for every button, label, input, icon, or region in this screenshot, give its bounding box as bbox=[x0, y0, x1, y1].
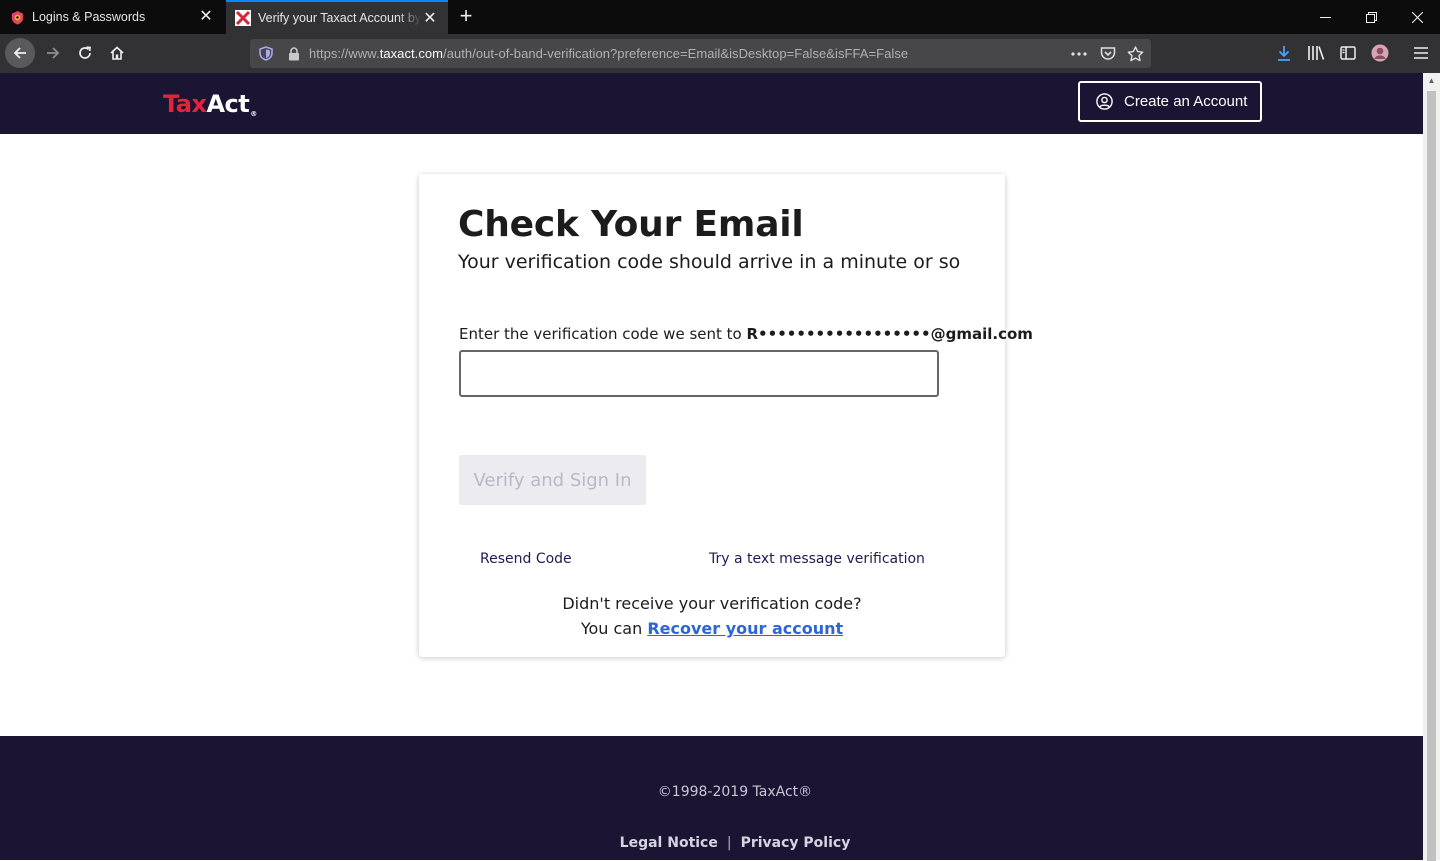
close-tab-icon[interactable]: ✕ bbox=[422, 11, 438, 27]
lockwise-icon bbox=[9, 9, 25, 25]
masked-email: R••••••••••••••••••@gmail.com bbox=[746, 325, 1033, 343]
address-bar[interactable]: https://www.taxact.com/auth/out-of-band-… bbox=[250, 39, 1151, 68]
site-footer: ©1998-2019 TaxAct® Legal Notice | Privacy … bbox=[0, 736, 1423, 860]
downloads-icon[interactable] bbox=[1274, 43, 1294, 63]
create-account-button[interactable]: Create an Account bbox=[1078, 81, 1262, 122]
copyright-text: ©1998-2019 TaxAct® bbox=[657, 784, 813, 800]
forward-arrow-icon[interactable] bbox=[38, 38, 68, 68]
footer-separator: | bbox=[726, 835, 732, 851]
hamburger-menu-icon[interactable] bbox=[1411, 43, 1431, 63]
privacy-policy-link[interactable]: Privacy Policy bbox=[741, 835, 851, 851]
restore-window-icon[interactable] bbox=[1348, 0, 1394, 34]
page-title: Check Your Email bbox=[458, 204, 804, 245]
scroll-up-arrow-icon[interactable]: ▲ bbox=[1427, 76, 1436, 85]
didnt-receive-text: Didn't receive your verification code? bbox=[562, 594, 862, 613]
bookmark-star-icon[interactable] bbox=[1126, 44, 1145, 63]
new-tab-plus-icon[interactable]: + bbox=[454, 5, 478, 29]
back-arrow-icon[interactable] bbox=[5, 38, 35, 68]
recover-account-line: You can Recover your account bbox=[580, 619, 844, 638]
minimize-window-icon[interactable] bbox=[1302, 0, 1348, 34]
tab-verify-taxact[interactable]: Verify your Taxact Account by email ✕ bbox=[226, 0, 448, 34]
create-account-label: Create an Account bbox=[1124, 93, 1248, 110]
browser-toolbar: https://www.taxact.com/auth/out-of-band-… bbox=[0, 34, 1440, 73]
recover-account-link[interactable]: Recover your account bbox=[647, 619, 843, 638]
padlock-icon[interactable] bbox=[284, 44, 303, 63]
resend-code-link[interactable]: Resend Code bbox=[480, 551, 572, 567]
sidebar-toggle-icon[interactable] bbox=[1338, 43, 1358, 63]
verification-code-label: Enter the verification code we sent to R… bbox=[459, 325, 1033, 343]
tab-logins-passwords[interactable]: Logins & Passwords ✕ bbox=[0, 0, 224, 34]
user-circle-icon bbox=[1095, 93, 1113, 111]
url-text: https://www.taxact.com/auth/out-of-band-… bbox=[309, 46, 909, 61]
browser-tab-strip: Logins & Passwords ✕ Verify your Taxact … bbox=[0, 0, 1440, 34]
scrollbar-thumb[interactable] bbox=[1427, 91, 1436, 861]
tab-title: Verify your Taxact Account by email bbox=[258, 11, 422, 25]
page-viewport: TaxAct® Create an Account Check Your Ema… bbox=[0, 73, 1423, 860]
library-icon[interactable] bbox=[1306, 43, 1326, 63]
page-subtitle: Your verification code should arrive in … bbox=[458, 251, 961, 273]
taxact-favicon-icon bbox=[235, 10, 251, 26]
legal-notice-link[interactable]: Legal Notice bbox=[620, 835, 718, 851]
footer-links: Legal Notice | Privacy Policy bbox=[0, 835, 1423, 851]
page-scrollbar[interactable]: ▲ bbox=[1423, 73, 1440, 861]
tab-title: Logins & Passwords bbox=[32, 10, 146, 24]
account-avatar-icon[interactable] bbox=[1370, 43, 1390, 63]
site-header: TaxAct® Create an Account bbox=[0, 73, 1423, 134]
verification-code-input[interactable] bbox=[459, 350, 939, 397]
taxact-logo[interactable]: TaxAct® bbox=[163, 90, 257, 118]
home-icon[interactable] bbox=[102, 38, 132, 68]
close-window-icon[interactable] bbox=[1394, 0, 1440, 34]
tracking-protection-shield-icon[interactable] bbox=[256, 44, 275, 63]
verification-card: Check Your Email Your verification code … bbox=[419, 174, 1033, 657]
verify-and-sign-in-button[interactable]: Verify and Sign In bbox=[459, 455, 646, 505]
close-tab-icon[interactable]: ✕ bbox=[198, 9, 214, 25]
reload-icon[interactable] bbox=[70, 38, 100, 68]
text-message-verification-link[interactable]: Try a text message verification bbox=[709, 551, 925, 567]
page-actions-menu-icon[interactable] bbox=[1069, 44, 1088, 63]
pocket-icon[interactable] bbox=[1098, 44, 1117, 63]
